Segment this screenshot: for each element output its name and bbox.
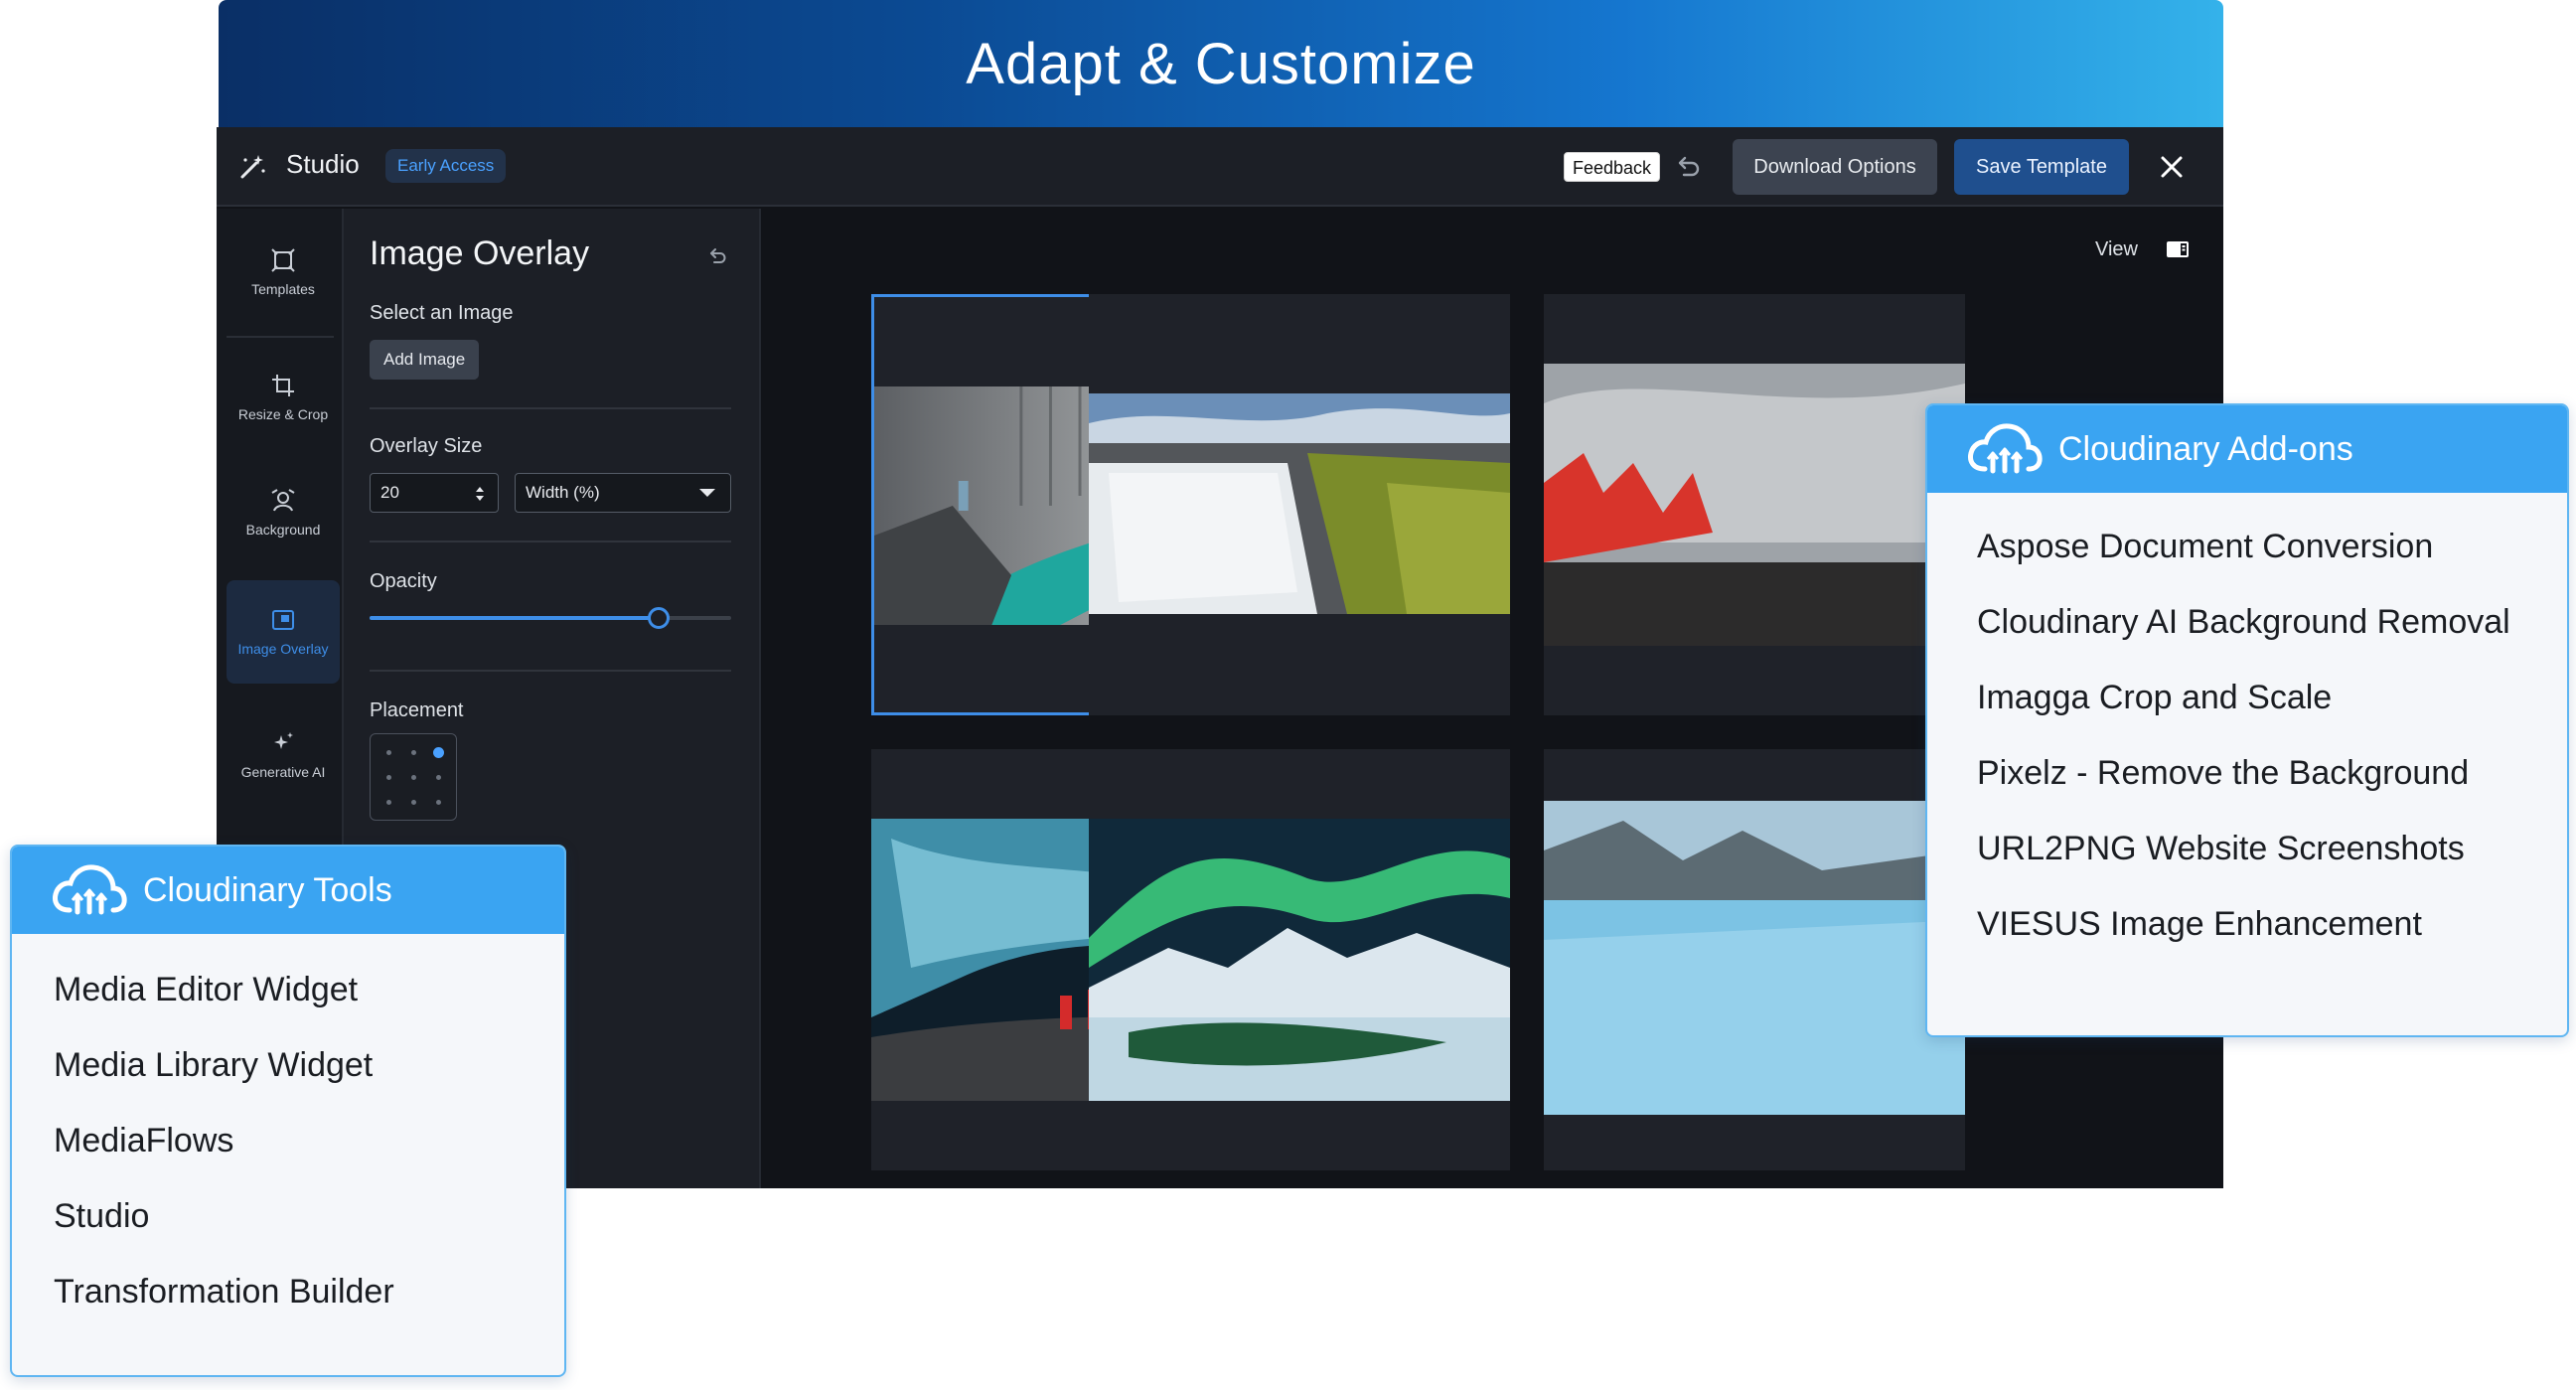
cloudinary-cloud-icon	[1968, 423, 2043, 474]
overlay-size-value: 20	[380, 483, 399, 502]
opacity-slider-fill	[370, 616, 660, 620]
cloudinary-addons-card: Cloudinary Add-ons Aspose Document Conve…	[1925, 403, 2569, 1037]
rail-label: Templates	[251, 280, 315, 297]
rail-divider	[227, 336, 334, 338]
view-label: View	[2095, 238, 2138, 260]
waterfall-photo	[1089, 393, 1510, 614]
tools-list: Media Editor Widget Media Library Widget…	[12, 934, 564, 1329]
opacity-slider[interactable]	[370, 607, 731, 629]
image-tile-northern-lights[interactable]	[1089, 749, 1510, 1170]
opacity-label: Opacity	[370, 570, 437, 592]
magic-wand-icon	[240, 155, 265, 179]
placement-grid[interactable]	[370, 733, 457, 821]
placement-top-right[interactable]	[433, 747, 444, 758]
list-item[interactable]: Pixelz - Remove the Background	[1977, 735, 2567, 811]
placement-top-left[interactable]	[386, 750, 391, 755]
volcano-photo	[1544, 364, 1965, 646]
rail-item-generative-ai[interactable]: Generative AI	[227, 703, 340, 807]
addons-card-title: Cloudinary Add-ons	[2058, 429, 2353, 468]
add-image-button[interactable]: Add Image	[370, 340, 480, 380]
addons-card-header: Cloudinary Add-ons	[1927, 405, 2567, 493]
image-overlay-icon	[272, 609, 294, 630]
save-template-button[interactable]: Save Template	[1954, 139, 2129, 195]
top-bar: Studio Early Access Feedback Download Op…	[217, 127, 2223, 207]
placement-bottom-center[interactable]	[411, 800, 416, 805]
panel-divider	[370, 670, 731, 672]
addons-list: Aspose Document Conversion Cloudinary AI…	[1927, 493, 2567, 962]
tools-card-title: Cloudinary Tools	[143, 870, 392, 909]
rail-label: Background	[245, 521, 321, 538]
overlay-size-label: Overlay Size	[370, 435, 483, 457]
panel-title: Image Overlay	[370, 234, 590, 272]
crop-icon	[272, 374, 294, 396]
placement-middle-left[interactable]	[386, 775, 391, 780]
glacier-photo	[1544, 801, 1965, 1115]
early-access-badge: Early Access	[385, 149, 507, 183]
rail-label: Image Overlay	[237, 640, 329, 657]
rail-item-resize-crop[interactable]: Resize & Crop	[227, 346, 340, 449]
hero-banner: Adapt & Customize	[219, 0, 2223, 127]
list-item[interactable]: Aspose Document Conversion	[1977, 509, 2567, 584]
sparkle-icon	[274, 731, 293, 749]
rail-item-image-overlay[interactable]: Image Overlay	[227, 580, 340, 684]
cloudinary-cloud-icon	[53, 864, 127, 915]
northern-lights-photo	[1089, 819, 1510, 1101]
image-tile-glacier[interactable]	[1544, 749, 1965, 1170]
download-options-button[interactable]: Download Options	[1733, 139, 1937, 195]
image-tile-waterfall-frame[interactable]	[1089, 294, 1510, 715]
rail-label: Generative AI	[240, 763, 326, 780]
list-item[interactable]: Imagga Crop and Scale	[1977, 660, 2567, 735]
panel-divider	[370, 407, 731, 409]
overlay-size-stepper[interactable]: 20	[370, 473, 499, 513]
placement-top-center[interactable]	[411, 750, 416, 755]
background-icon	[271, 488, 295, 511]
chevron-down-icon	[699, 489, 715, 497]
placement-label: Placement	[370, 699, 464, 721]
stepper-arrows-icon[interactable]	[474, 484, 486, 504]
close-icon[interactable]	[2154, 149, 2190, 185]
opacity-slider-thumb[interactable]	[648, 607, 671, 629]
list-item[interactable]: Media Library Widget	[54, 1027, 564, 1103]
image-tile-volcano[interactable]	[1544, 294, 1965, 715]
list-item[interactable]: VIESUS Image Enhancement	[1977, 886, 2567, 962]
rail-label: Resize & Crop	[237, 405, 329, 422]
list-item[interactable]: Media Editor Widget	[54, 952, 564, 1027]
list-item[interactable]: MediaFlows	[54, 1103, 564, 1178]
banner-title: Adapt & Customize	[966, 31, 1476, 96]
rail-item-templates[interactable]: Templates	[227, 221, 340, 324]
overlay-unit-value: Width (%)	[526, 483, 600, 502]
panel-divider	[370, 541, 731, 542]
list-item[interactable]: Studio	[54, 1178, 564, 1254]
placement-bottom-right[interactable]	[436, 800, 441, 805]
select-image-label: Select an Image	[370, 302, 514, 324]
placement-center[interactable]	[411, 775, 416, 780]
list-item[interactable]: Cloudinary AI Background Removal	[1977, 584, 2567, 660]
placement-middle-right[interactable]	[436, 775, 441, 780]
placement-bottom-left[interactable]	[386, 800, 391, 805]
view-toggle-icon[interactable]	[2166, 240, 2190, 258]
templates-icon	[271, 247, 295, 272]
feedback-button[interactable]: Feedback	[1564, 152, 1661, 182]
undo-icon[interactable]	[1672, 151, 1704, 183]
overlay-unit-select[interactable]: Width (%)	[515, 473, 731, 513]
reset-icon[interactable]	[705, 244, 729, 268]
list-item[interactable]: URL2PNG Website Screenshots	[1977, 811, 2567, 886]
app-title: Studio	[286, 149, 360, 179]
cloudinary-tools-card: Cloudinary Tools Media Editor Widget Med…	[10, 845, 566, 1377]
list-item[interactable]: Transformation Builder	[54, 1254, 564, 1329]
rail-item-background[interactable]: Background	[227, 461, 340, 564]
tools-card-header: Cloudinary Tools	[12, 847, 564, 934]
